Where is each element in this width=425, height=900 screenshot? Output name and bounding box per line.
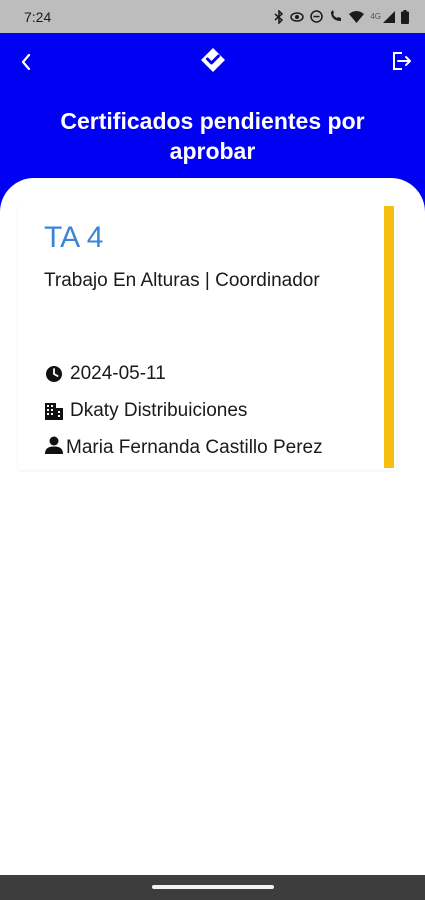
volte-icon (331, 10, 342, 21)
building-icon (44, 401, 64, 421)
certificate-company: Dkaty Distribuiciones (70, 400, 248, 421)
status-icons: 4G (274, 9, 409, 24)
back-button[interactable] (14, 47, 38, 77)
home-gesture-handle[interactable] (152, 885, 274, 889)
certificate-person: Maria Fernanda Castillo Perez (66, 437, 323, 458)
clock-icon (44, 364, 64, 384)
eye-icon (290, 11, 305, 22)
page-title: Certificados pendientes por aprobar (60, 108, 365, 164)
certificate-date: 2024-05-11 (70, 363, 166, 384)
diamond-check-logo (201, 48, 225, 72)
certificate-code: TA 4 (44, 221, 104, 254)
certificate-card[interactable]: TA 4 Trabajo En Alturas | Coordinador 20… (18, 206, 396, 470)
content-sheet: TA 4 Trabajo En Alturas | Coordinador 20… (0, 178, 425, 875)
wifi-icon (349, 10, 365, 23)
person-icon (45, 436, 63, 454)
network-type-label: 4G (370, 12, 381, 21)
status-bar: 7:24 4G (0, 0, 425, 33)
status-accent-bar (384, 206, 394, 468)
certificate-date-row: 2024-05-11 (44, 361, 166, 387)
bluetooth-icon (274, 9, 284, 24)
battery-icon (401, 9, 409, 24)
logout-icon[interactable] (389, 49, 413, 73)
certificate-course: Trabajo En Alturas | Coordinador (44, 270, 320, 291)
status-time: 7:24 (24, 8, 52, 25)
certificate-company-row: Dkaty Distribuiciones (44, 398, 247, 424)
signal-icon (383, 10, 395, 23)
certificate-person-row: Maria Fernanda Castillo Perez (44, 435, 334, 461)
system-navigation-bar (0, 875, 425, 900)
chevron-left-icon (21, 54, 31, 70)
do-not-disturb-icon (310, 10, 324, 23)
